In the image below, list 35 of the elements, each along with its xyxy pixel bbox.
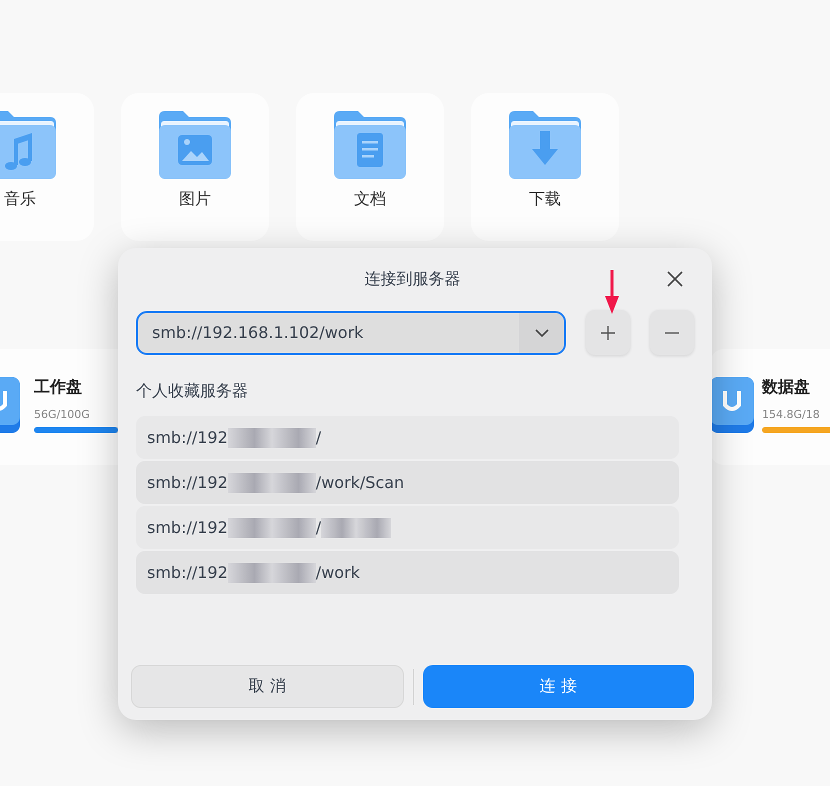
- minus-icon: [664, 332, 680, 334]
- section-label: 个人收藏服务器: [136, 381, 249, 402]
- server-item[interactable]: smb://192 /work: [136, 551, 679, 594]
- server-item[interactable]: smb://192 /work/Scan: [136, 461, 679, 504]
- document-folder-icon: [332, 109, 408, 181]
- folder-card[interactable]: 图片: [121, 93, 269, 241]
- folder-card[interactable]: 下载: [471, 93, 619, 241]
- folder-label: 文档: [354, 189, 386, 210]
- folder-card[interactable]: 文档: [296, 93, 444, 241]
- address-input[interactable]: smb://192.168.1.102/work: [138, 312, 519, 352]
- server-item[interactable]: smb://192 /: [136, 506, 679, 549]
- folder-card[interactable]: 音乐: [0, 93, 94, 241]
- folder-label: 下载: [529, 189, 561, 210]
- plus-icon: [600, 324, 616, 340]
- dropdown-button[interactable]: [519, 312, 564, 352]
- address-field[interactable]: smb://192.168.1.102/work: [136, 310, 566, 354]
- disk-usage: 154.8G/18: [762, 408, 820, 421]
- disk-name: 工作盘: [34, 377, 82, 398]
- disk-usage: 56G/100G: [34, 408, 90, 421]
- disk-name: 数据盘: [762, 377, 810, 398]
- close-icon: [667, 271, 683, 287]
- folder-label: 图片: [179, 189, 211, 210]
- connect-button[interactable]: 连 接: [422, 665, 694, 708]
- pointer-arrow-icon: [604, 270, 620, 314]
- download-folder-icon: [507, 109, 583, 181]
- image-folder-icon: [157, 109, 233, 181]
- dialog-title: 连接到服务器: [364, 268, 460, 290]
- cancel-button[interactable]: 取 消: [131, 665, 404, 708]
- disk-card[interactable]: 数据盘 154.8G/18: [710, 349, 830, 465]
- redaction-mark: [321, 518, 392, 538]
- music-folder-icon: [0, 109, 58, 181]
- server-item[interactable]: smb://192 /: [136, 416, 679, 459]
- folder-label: 音乐: [4, 189, 36, 210]
- chevron-down-icon: [534, 328, 550, 338]
- add-button[interactable]: [586, 310, 630, 355]
